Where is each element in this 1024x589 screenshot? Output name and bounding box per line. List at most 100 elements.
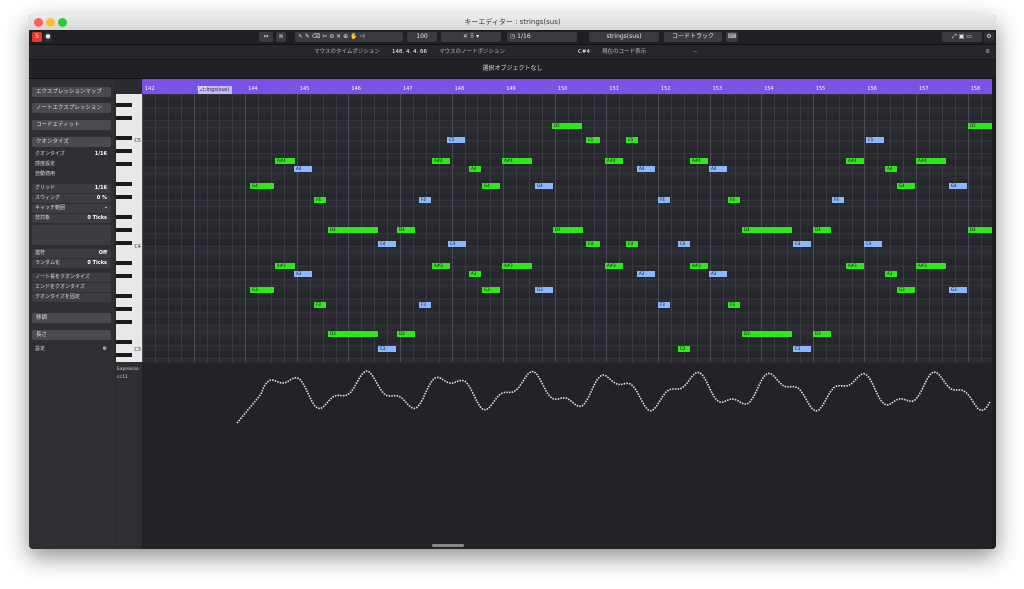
controller-lane[interactable]: [142, 363, 992, 549]
tuplet-row[interactable]: 連符 Off: [32, 249, 111, 258]
quantize-fix-button[interactable]: クオンタイズを固定: [32, 293, 111, 302]
snap-controls[interactable]: ✕ ⠿ ▾: [441, 32, 501, 42]
transpose-section[interactable]: 移調: [32, 313, 111, 323]
midi-note[interactable]: F3: [728, 302, 740, 308]
note-expression-section[interactable]: ノートエクスプレッション: [32, 103, 111, 113]
midi-note[interactable]: A4: [469, 166, 481, 172]
settings-gear-icon[interactable]: ⚙: [984, 32, 994, 42]
black-key[interactable]: [116, 261, 132, 265]
tool-palette[interactable]: ↖ ✎ ⌫ ✂ ⊘ ✕ ⊕ ✋ ⊣: [295, 32, 403, 42]
midi-note[interactable]: D4: [328, 227, 378, 233]
midi-note[interactable]: A#4: [605, 158, 623, 164]
quantize-row[interactable]: クオンタイズ 1/16: [32, 150, 111, 159]
midi-note[interactable]: A#3: [275, 263, 295, 269]
black-key[interactable]: [116, 294, 132, 298]
info-gear-icon[interactable]: ⚙: [985, 45, 990, 59]
midi-note[interactable]: F3: [658, 302, 670, 308]
midi-note[interactable]: A#3: [605, 263, 623, 269]
midi-note[interactable]: A3: [885, 271, 897, 277]
midi-note[interactable]: C4: [678, 241, 690, 247]
midi-note[interactable]: G4: [897, 183, 915, 189]
midi-note[interactable]: A3: [709, 271, 727, 277]
midi-note[interactable]: C4: [626, 241, 638, 247]
midi-note[interactable]: G3: [949, 287, 967, 293]
length-section[interactable]: 長さ: [32, 330, 111, 340]
black-key[interactable]: [116, 195, 132, 199]
black-key[interactable]: [116, 102, 132, 107]
black-key[interactable]: [116, 307, 132, 312]
midi-note[interactable]: A#3: [690, 263, 708, 269]
non-quant-row[interactable]: 非対象 0 Ticks: [32, 214, 111, 223]
midi-note[interactable]: C5: [626, 137, 638, 143]
autoscroll-icon[interactable]: ≋: [276, 32, 286, 42]
midi-note[interactable]: G3: [897, 287, 915, 293]
midi-note[interactable]: G4: [535, 183, 553, 189]
black-key[interactable]: [116, 214, 132, 219]
midi-note[interactable]: A#4: [690, 158, 708, 164]
midi-note[interactable]: D4: [397, 227, 415, 233]
midi-note[interactable]: A4: [294, 166, 312, 172]
midi-note[interactable]: G4: [482, 183, 500, 189]
midi-note[interactable]: F4: [728, 197, 740, 203]
midi-note[interactable]: D5: [552, 123, 582, 129]
note-grid[interactable]: D5 C5 C5 C5 C5 D5 A#4 A4 A#4 A4 A#4 A#4 A4 A#4 A4 A#4 A4…: [142, 94, 992, 362]
midi-note[interactable]: F4: [658, 197, 670, 203]
midi-note[interactable]: C5: [586, 137, 600, 143]
black-key[interactable]: [116, 228, 132, 232]
random-row[interactable]: ランダム化 0 Ticks: [32, 259, 111, 268]
midi-note[interactable]: F4: [419, 197, 431, 203]
expression-map-section[interactable]: エクスプレッションマップ: [32, 87, 111, 97]
swing-row[interactable]: スウィング 0 %: [32, 194, 111, 203]
settings-row[interactable]: 設定 ⚙: [32, 345, 111, 354]
record-icon[interactable]: S: [32, 32, 42, 42]
midi-note[interactable]: C3: [378, 346, 396, 352]
black-key[interactable]: [116, 162, 132, 166]
midi-note[interactable]: F3: [314, 302, 326, 308]
quantize-select[interactable]: ◷ 1/16: [507, 32, 577, 42]
midi-note[interactable]: G4: [949, 183, 967, 189]
window-layout-icons[interactable]: ⤢ ▣ ▭: [942, 32, 982, 42]
catch-row[interactable]: キャッチ範囲 -: [32, 204, 111, 213]
keyboard-icon[interactable]: ⌨: [726, 32, 738, 42]
midi-note[interactable]: C5: [447, 137, 465, 143]
midi-note[interactable]: G4: [250, 183, 274, 189]
chord-edit-section[interactable]: コードエディット: [32, 120, 111, 130]
transport-icon[interactable]: ⇔: [259, 32, 273, 42]
sensitivity-row[interactable]: 感度設定: [32, 160, 111, 169]
vertical-scrollbar[interactable]: [992, 79, 996, 549]
black-key[interactable]: [116, 274, 132, 279]
grid-row[interactable]: グリッド 1/16: [32, 184, 111, 193]
midi-note[interactable]: A4: [637, 166, 655, 172]
black-key[interactable]: [116, 353, 132, 358]
solo-icon[interactable]: ●: [44, 32, 52, 42]
midi-note[interactable]: A#4: [846, 158, 864, 164]
midi-note[interactable]: G3: [250, 287, 274, 293]
chord-track-select[interactable]: コードトラック: [664, 32, 722, 42]
midi-note[interactable]: D4: [742, 227, 792, 233]
midi-note[interactable]: D3: [328, 331, 378, 337]
midi-note[interactable]: C4: [793, 241, 811, 247]
midi-note[interactable]: C4: [378, 241, 396, 247]
black-key[interactable]: [116, 340, 132, 345]
midi-note[interactable]: D3: [742, 331, 792, 337]
midi-note[interactable]: C4: [586, 241, 600, 247]
midi-note[interactable]: A3: [469, 271, 481, 277]
midi-note[interactable]: A4: [885, 166, 897, 172]
midi-note[interactable]: D3: [397, 331, 415, 337]
quantize-end-button[interactable]: エンドをクオンタイズ: [32, 283, 111, 292]
midi-note[interactable]: A#3: [502, 263, 532, 269]
midi-note[interactable]: C3: [793, 346, 811, 352]
midi-note[interactable]: D3: [813, 331, 831, 337]
quantize-note-start-button[interactable]: ノート長をクオンタイズ: [32, 273, 111, 282]
midi-note[interactable]: D5: [968, 123, 992, 129]
black-key[interactable]: [116, 115, 132, 120]
controller-lane-name[interactable]: Expressio: [117, 367, 139, 372]
piano-keyboard[interactable]: C5 C4 C3: [116, 94, 142, 362]
midi-note[interactable]: F3: [419, 302, 431, 308]
track-select[interactable]: strings(sus): [589, 32, 659, 42]
midi-note[interactable]: A#3: [432, 263, 450, 269]
auto-apply-row[interactable]: 自動適用: [32, 170, 111, 179]
midi-note[interactable]: F4: [314, 197, 326, 203]
midi-note[interactable]: A3: [294, 271, 312, 277]
midi-note[interactable]: G3: [482, 287, 500, 293]
